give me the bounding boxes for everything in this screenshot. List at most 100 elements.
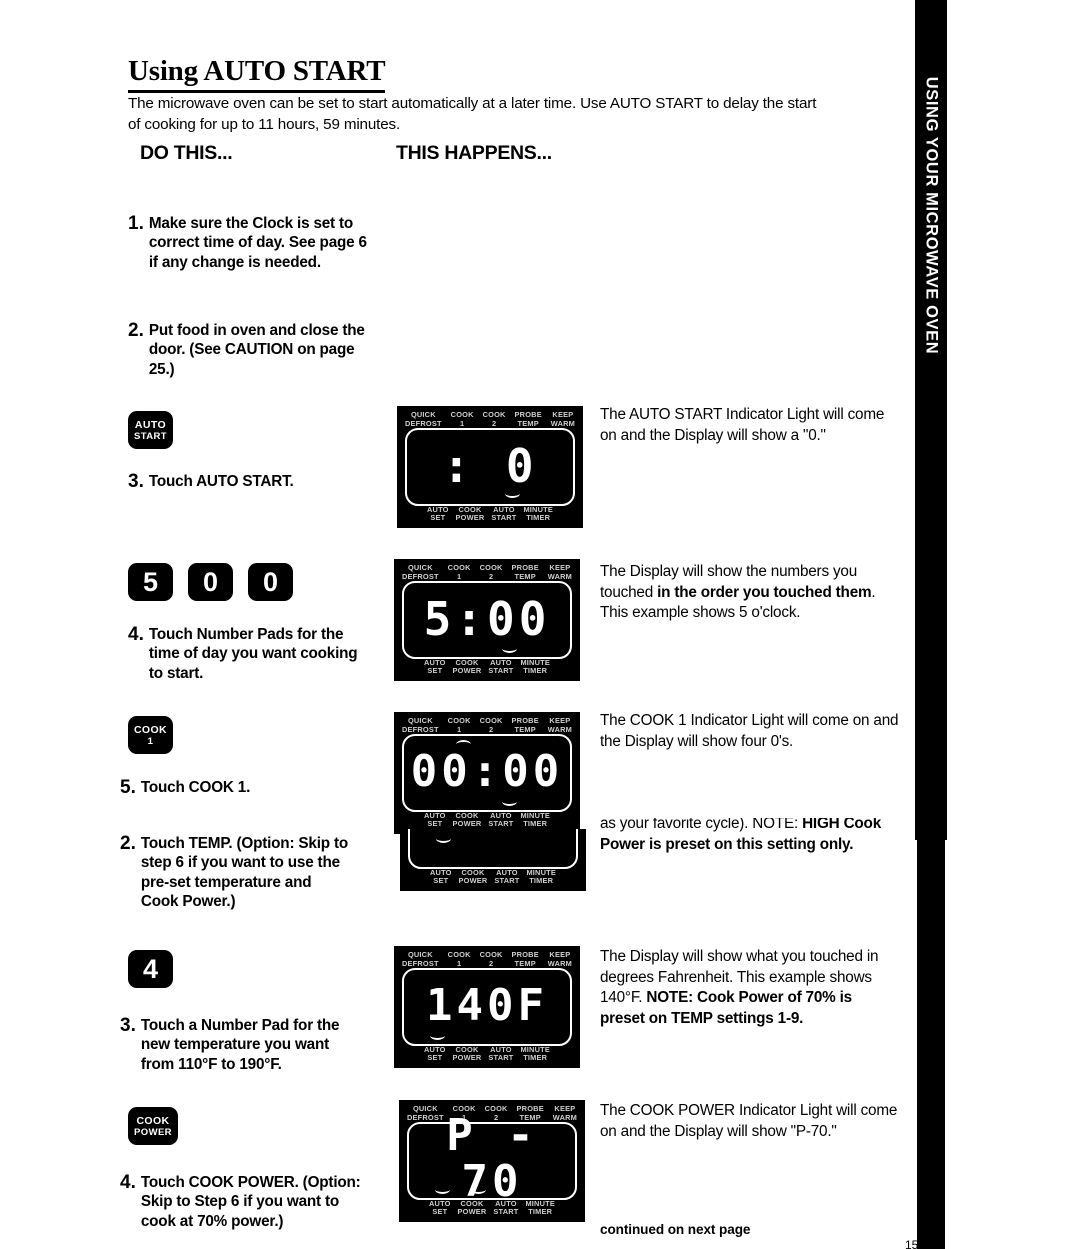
label-auto-start: AUTO START xyxy=(488,810,514,829)
number-pad-0-second-label: 0 xyxy=(262,566,279,597)
label-minute-timer: MINUTE TIMER xyxy=(525,1198,555,1217)
cook-power-pad[interactable]: COOK POWER xyxy=(128,1107,178,1145)
display-readout: P - 70 xyxy=(446,1110,538,1208)
step-1-number: 1. xyxy=(128,213,144,234)
step-2-number: 2. xyxy=(128,320,144,341)
label-auto-set: AUTO SET xyxy=(427,504,449,523)
cook-1-pad-line1: COOK xyxy=(133,723,168,736)
indicator-arc-auto-set xyxy=(435,1185,450,1194)
display-panel-time: QUICK DEFROST COOK 1 COOK 2 PROBE TEMP K… xyxy=(394,559,580,681)
display-screen xyxy=(408,829,578,869)
step-temp-pad-text: Touch a Number Pad for the new temperatu… xyxy=(140,1017,340,1073)
label-cook-power: COOK POWER xyxy=(458,867,488,886)
label-cook-power: COOK POWER xyxy=(455,504,485,523)
continued-note: continued on next page xyxy=(600,1222,751,1237)
number-pad-5-label: 5 xyxy=(142,566,159,597)
step-2: 2. Put food in oven and close the door. … xyxy=(128,321,373,379)
label-quick-defrost: QUICK DEFROST xyxy=(405,410,442,428)
label-cook-power: COOK POWER xyxy=(452,657,482,676)
display-top-labels: QUICK DEFROST COOK 1 COOK 2 PROBE TEMP K… xyxy=(394,950,580,968)
label-minute-timer: MINUTE TIMER xyxy=(520,810,550,829)
page-title: Using AUTO START xyxy=(128,55,386,93)
label-keep-warm: KEEP WARM xyxy=(550,410,575,428)
label-minute-timer: MINUTE TIMER xyxy=(526,867,556,886)
indicator-arc-auto-start xyxy=(505,489,520,498)
display-bottom-labels: AUTO SET COOK POWER AUTO START MINUTE TI… xyxy=(399,1198,585,1217)
label-keep-warm: KEEP WARM xyxy=(547,716,572,734)
display-panel-temperature: QUICK DEFROST COOK 1 COOK 2 PROBE TEMP K… xyxy=(394,946,580,1068)
number-pad-5[interactable]: 5 xyxy=(128,563,173,601)
auto-start-pad-line2: START xyxy=(134,430,167,442)
display-top-labels: QUICK DEFROST COOK 1 COOK 2 PROBE TEMP K… xyxy=(394,716,580,734)
display-top-labels: QUICK DEFROST COOK 1 COOK 2 PROBE TEMP K… xyxy=(394,563,580,581)
display-bottom-labels: AUTO SET COOK POWER AUTO START MINUTE TI… xyxy=(394,657,580,676)
step-temp-text: Touch TEMP. (Option: Skip to step 6 if y… xyxy=(140,835,348,911)
display-top-labels: QUICK DEFROST COOK 1 COOK 2 PROBE TEMP K… xyxy=(397,410,583,428)
cook-power-pad-line1: COOK xyxy=(136,1114,170,1127)
step-5-result: The COOK 1 Indicator Light will come on … xyxy=(600,711,900,752)
display-bottom-labels: AUTO SET COOK POWER AUTO START MINUTE TI… xyxy=(397,504,583,523)
label-auto-start: AUTO START xyxy=(493,1198,519,1217)
column-header-do-this: DO THIS... xyxy=(140,142,233,164)
step-1: 1. Make sure the Clock is set to correct… xyxy=(128,214,378,272)
section-thumb-tab-lower xyxy=(917,838,945,1249)
step-3-result: The AUTO START Indicator Light will come… xyxy=(600,405,900,446)
label-quick-defrost: QUICK DEFROST xyxy=(402,950,439,968)
label-probe-temp: PROBE TEMP xyxy=(514,410,542,428)
indicator-arc-auto-start xyxy=(502,644,517,653)
step-2-text: Put food in oven and close the door. (Se… xyxy=(148,322,365,378)
section-tab-text: USING YOUR MICROWAVE OVEN xyxy=(922,76,941,354)
label-auto-start: AUTO START xyxy=(488,1044,514,1063)
step-temp-clipped: 2. Touch TEMP. (Option: Skip to step 6 i… xyxy=(120,834,350,912)
display-bottom-labels: AUTO SET COOK POWER AUTO START MINUTE TI… xyxy=(394,810,580,829)
column-header-this-happens: THIS HAPPENS... xyxy=(396,142,552,164)
display-panel-cook-power: QUICK DEFROST COOK 1 COOK 2 PROBE TEMP K… xyxy=(399,1100,585,1222)
label-cook-2: COOK 2 xyxy=(482,410,506,428)
indicator-arc-cook-power xyxy=(471,1185,486,1194)
display-bottom-labels: AUTO SET COOK POWER AUTO START MINUTE TI… xyxy=(394,1044,580,1063)
display-readout: 140F xyxy=(426,980,548,1032)
step-temp-number-pad: 3. Touch a Number Pad for the new temper… xyxy=(120,1016,365,1074)
display-screen: : 0 xyxy=(405,428,575,506)
label-cook-2: COOK 2 xyxy=(479,716,503,734)
step-cook-power-result: The COOK POWER Indicator Light will come… xyxy=(600,1101,900,1142)
step-temp-number: 2. xyxy=(120,833,136,854)
step-4-text: Touch Number Pads for the time of day yo… xyxy=(148,626,358,682)
step-temp-result-clipped: as your favorite cycle). NOTE: xyxy=(600,818,799,832)
label-quick-defrost: QUICK DEFROST xyxy=(402,563,439,581)
cook-1-pad[interactable]: COOK 1 xyxy=(128,716,173,754)
step-4-result: The Display will show the numbers you to… xyxy=(600,562,900,624)
label-auto-set: AUTO SET xyxy=(424,657,446,676)
step-1-text: Make sure the Clock is set to correct ti… xyxy=(148,215,367,271)
display-screen: P - 70 xyxy=(407,1113,577,1205)
page-title-text: Using AUTO START xyxy=(128,55,386,93)
auto-start-pad[interactable]: AUTO START xyxy=(128,411,173,449)
display-screen: 00:00 xyxy=(402,734,572,812)
step-cook-power-text: Touch COOK POWER. (Option: Skip to Step … xyxy=(140,1174,361,1230)
display-bottom-labels: AUTO SET COOK POWER AUTO START MINUTE TI… xyxy=(400,867,586,886)
label-cook-1: COOK 1 xyxy=(450,410,474,428)
page-number: 15 xyxy=(905,1238,919,1249)
label-probe-temp: PROBE TEMP xyxy=(511,563,539,581)
step-3-text: Touch AUTO START. xyxy=(148,473,294,490)
step-temp-pad-result: The Display will show what you touched i… xyxy=(600,947,900,1029)
number-pad-4[interactable]: 4 xyxy=(128,950,173,988)
label-cook-1: COOK 1 xyxy=(447,563,471,581)
label-auto-start: AUTO START xyxy=(491,504,517,523)
step-5-number: 5. xyxy=(120,777,136,798)
number-pad-0-first-label: 0 xyxy=(202,566,219,597)
step-temp-result: as your favorite cycle). NOTE: HIGH Cook… xyxy=(600,818,910,884)
step-3-number: 3. xyxy=(128,471,144,492)
section-tab-label: USING YOUR MICROWAVE OVEN xyxy=(915,60,947,370)
label-cook-2: COOK 2 xyxy=(479,563,503,581)
label-auto-set: AUTO SET xyxy=(424,1044,446,1063)
label-cook-1: COOK 1 xyxy=(447,716,471,734)
step-4-result-bold: in the order you touched them xyxy=(657,583,872,601)
label-auto-start: AUTO START xyxy=(494,867,520,886)
step-cook-power-number: 4. xyxy=(120,1172,136,1193)
number-pad-0-second[interactable]: 0 xyxy=(248,563,293,601)
intro-paragraph: The microwave oven can be set to start a… xyxy=(128,95,817,133)
number-pad-0-first[interactable]: 0 xyxy=(188,563,233,601)
display-readout: 00:00 xyxy=(410,746,564,798)
label-quick-defrost: QUICK DEFROST xyxy=(402,716,439,734)
